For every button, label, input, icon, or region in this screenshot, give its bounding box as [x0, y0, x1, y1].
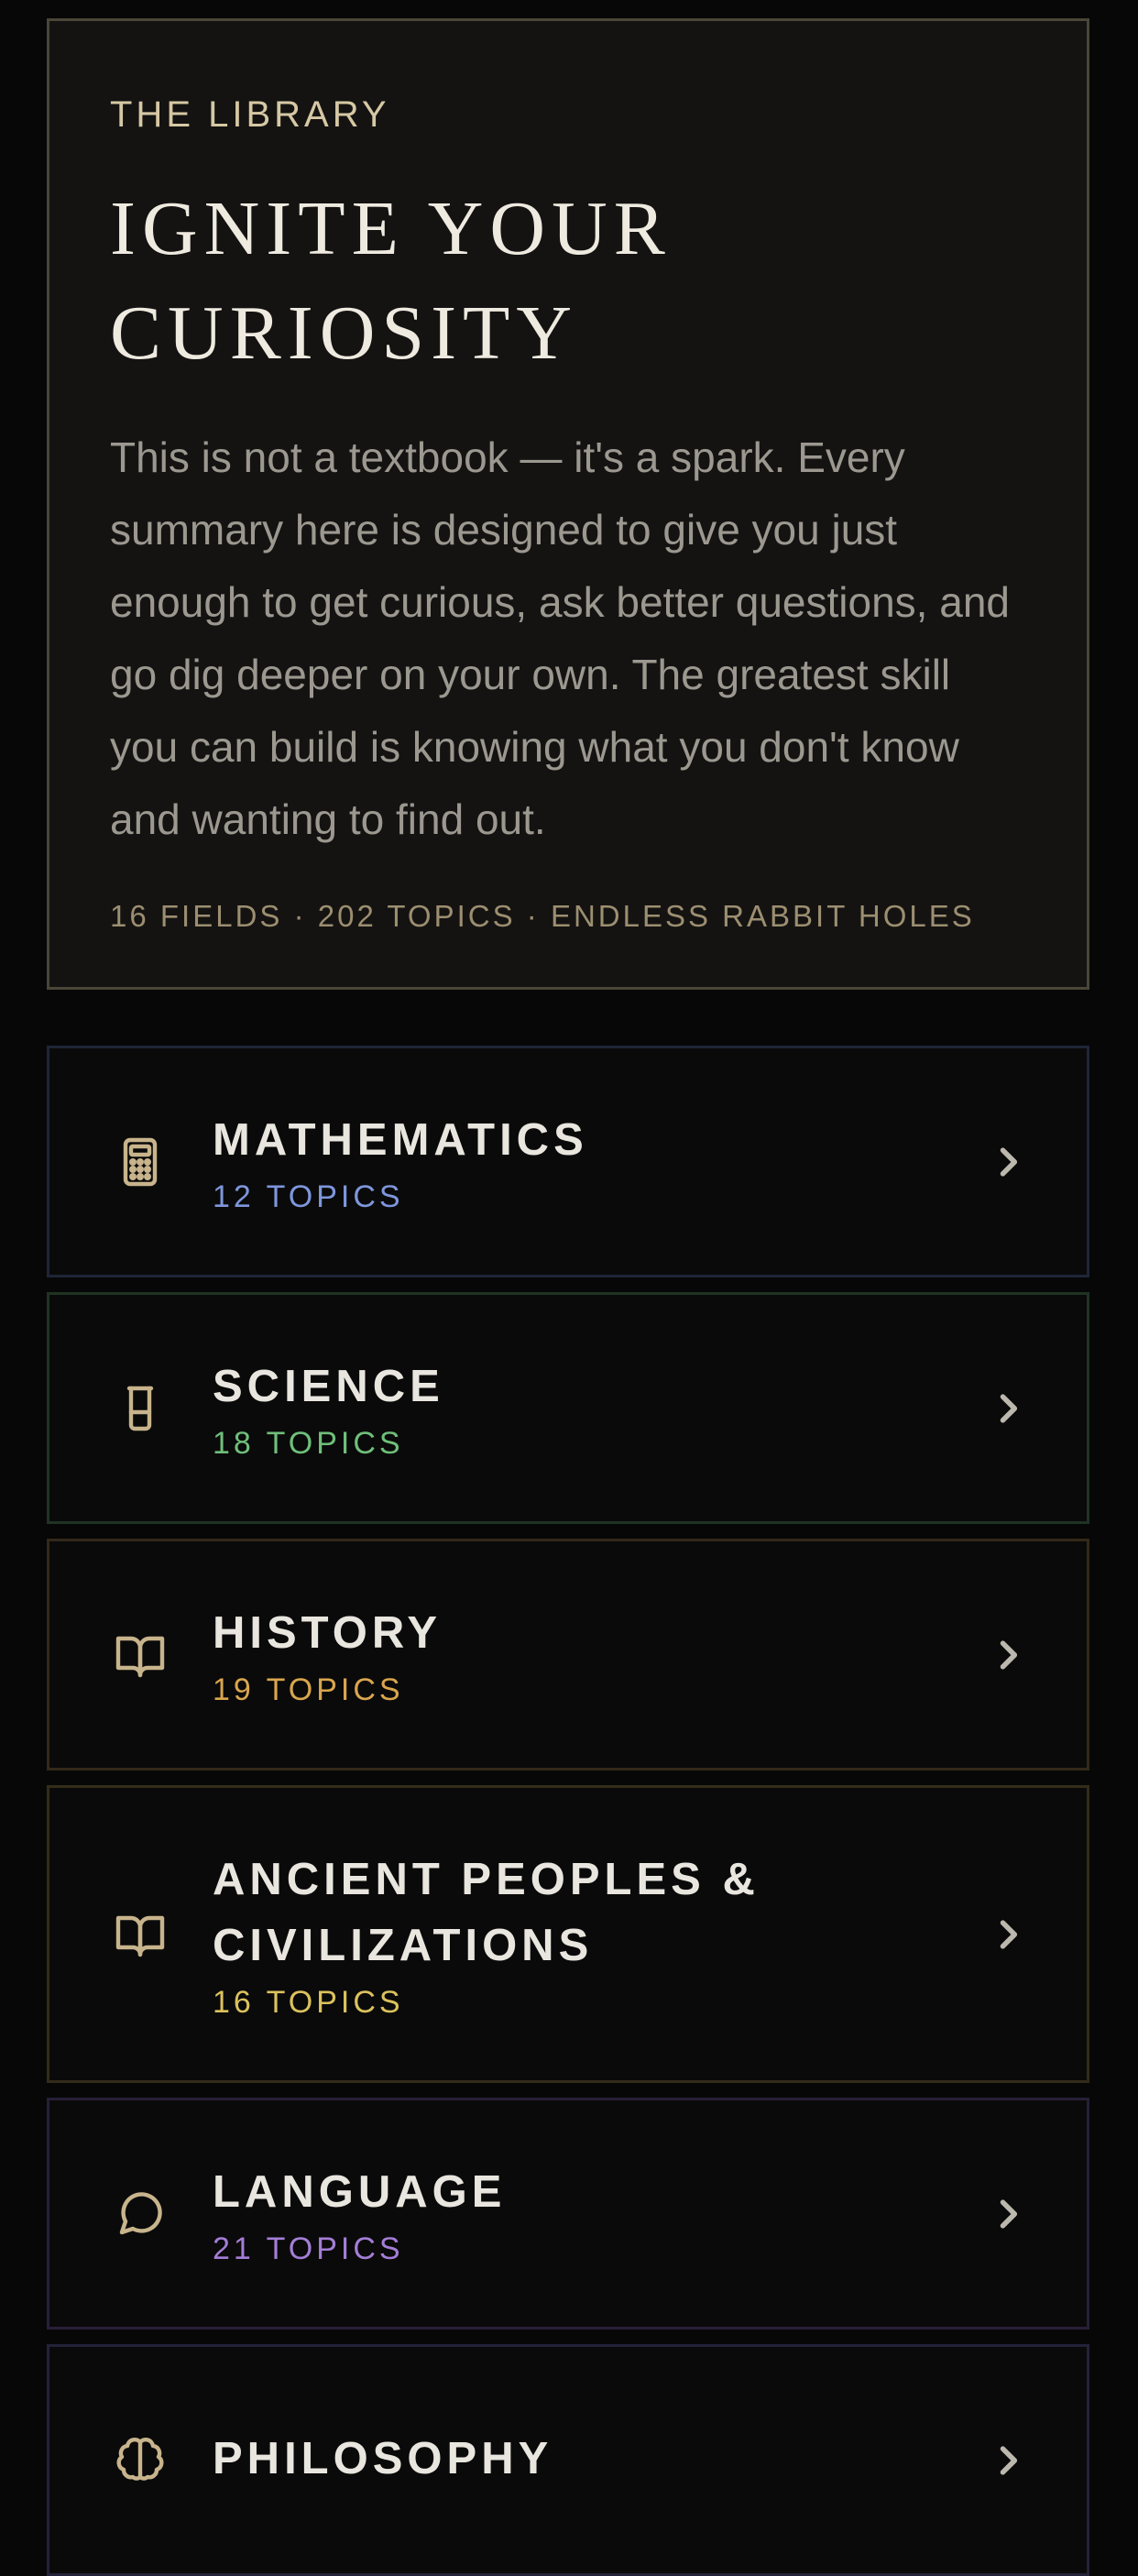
field-card-ancient-peoples[interactable]: ANCIENT PEOPLES & CIVILIZATIONS 16 TOPIC… — [47, 1785, 1089, 2083]
eyebrow-label: THE LIBRARY — [110, 94, 390, 135]
chevron-right-icon — [988, 1142, 1028, 1182]
brain-icon — [110, 2430, 170, 2491]
page-title: IGNITE YOUR CURIOSITY — [110, 186, 672, 376]
topic-count: 19 TOPICS — [213, 1672, 404, 1707]
chevron-right-icon — [988, 2440, 1028, 2481]
field-card-history[interactable]: HISTORY 19 TOPICS — [47, 1539, 1089, 1770]
field-card-philosophy[interactable]: PHILOSOPHY — [47, 2344, 1089, 2576]
field-name: HISTORY — [213, 1607, 443, 1658]
beaker-icon — [110, 1378, 170, 1439]
hero-card: THE LIBRARY IGNITE YOUR CURIOSITY This i… — [47, 18, 1089, 990]
speech-bubble-icon — [110, 2184, 170, 2244]
chevron-right-icon — [988, 1914, 1028, 1955]
open-book-icon — [110, 1625, 170, 1685]
chevron-right-icon — [988, 1635, 1028, 1675]
topic-count: 18 TOPICS — [213, 1425, 404, 1461]
intro-paragraph: This is not a textbook — it's a spark. E… — [110, 433, 1010, 843]
field-name: ANCIENT PEOPLES & CIVILIZATIONS — [213, 1854, 760, 1970]
open-book-icon — [110, 1904, 170, 1965]
chevron-right-icon — [988, 1388, 1028, 1429]
calculator-icon — [110, 1132, 170, 1192]
field-card-language[interactable]: LANGUAGE 21 TOPICS — [47, 2098, 1089, 2329]
field-card-mathematics[interactable]: MATHEMATICS 12 TOPICS — [47, 1046, 1089, 1277]
field-name: MATHEMATICS — [213, 1114, 588, 1165]
topic-count: 16 TOPICS — [213, 1984, 404, 2020]
field-name: SCIENCE — [213, 1361, 444, 1411]
field-card-science[interactable]: SCIENCE 18 TOPICS — [47, 1292, 1089, 1524]
topic-count: 21 TOPICS — [213, 2231, 404, 2266]
chevron-right-icon — [988, 2194, 1028, 2234]
field-name: PHILOSOPHY — [213, 2433, 553, 2483]
topic-count: 12 TOPICS — [213, 1178, 404, 1214]
field-name: LANGUAGE — [213, 2166, 507, 2217]
library-stats: 16 FIELDS · 202 TOPICS · ENDLESS RABBIT … — [110, 899, 975, 933]
